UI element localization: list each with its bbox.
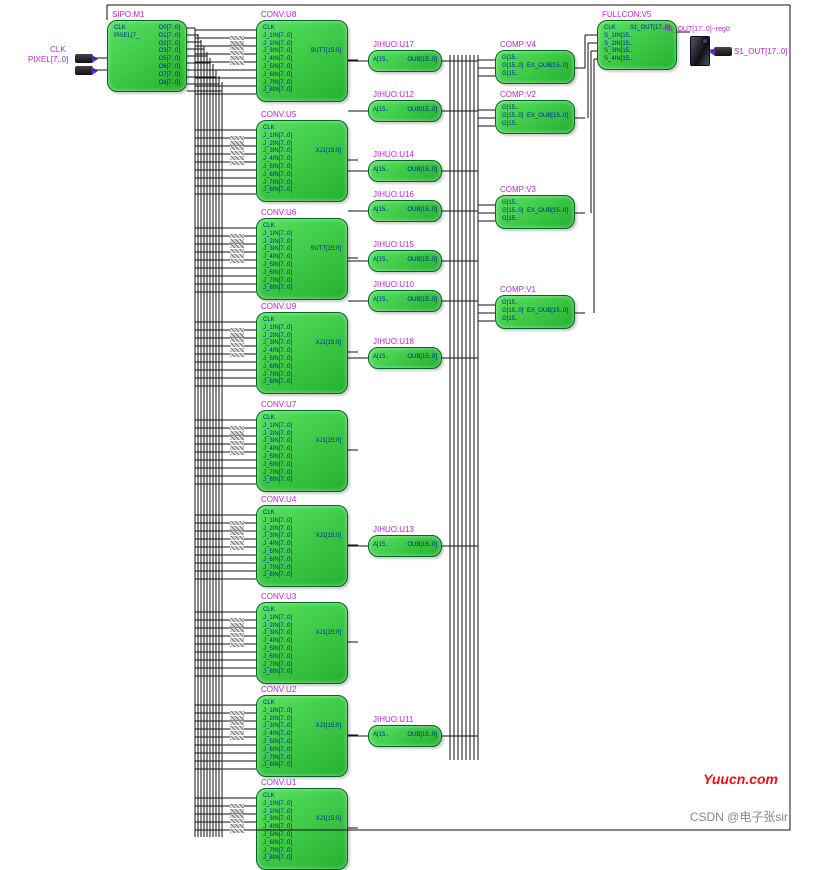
watermark: Yuucn.com <box>703 771 778 787</box>
bus-marker <box>230 36 244 65</box>
bus-marker <box>230 711 244 740</box>
bus-marker <box>230 234 244 263</box>
bus-marker <box>230 521 244 550</box>
bus-marker <box>230 426 244 455</box>
bus-marker <box>230 328 244 357</box>
footer: CSDN @电子张sir <box>690 808 788 825</box>
bus-marker <box>230 804 244 833</box>
wire-layer <box>0 0 818 837</box>
bus-marker <box>230 618 244 647</box>
bus-marker <box>230 136 244 165</box>
